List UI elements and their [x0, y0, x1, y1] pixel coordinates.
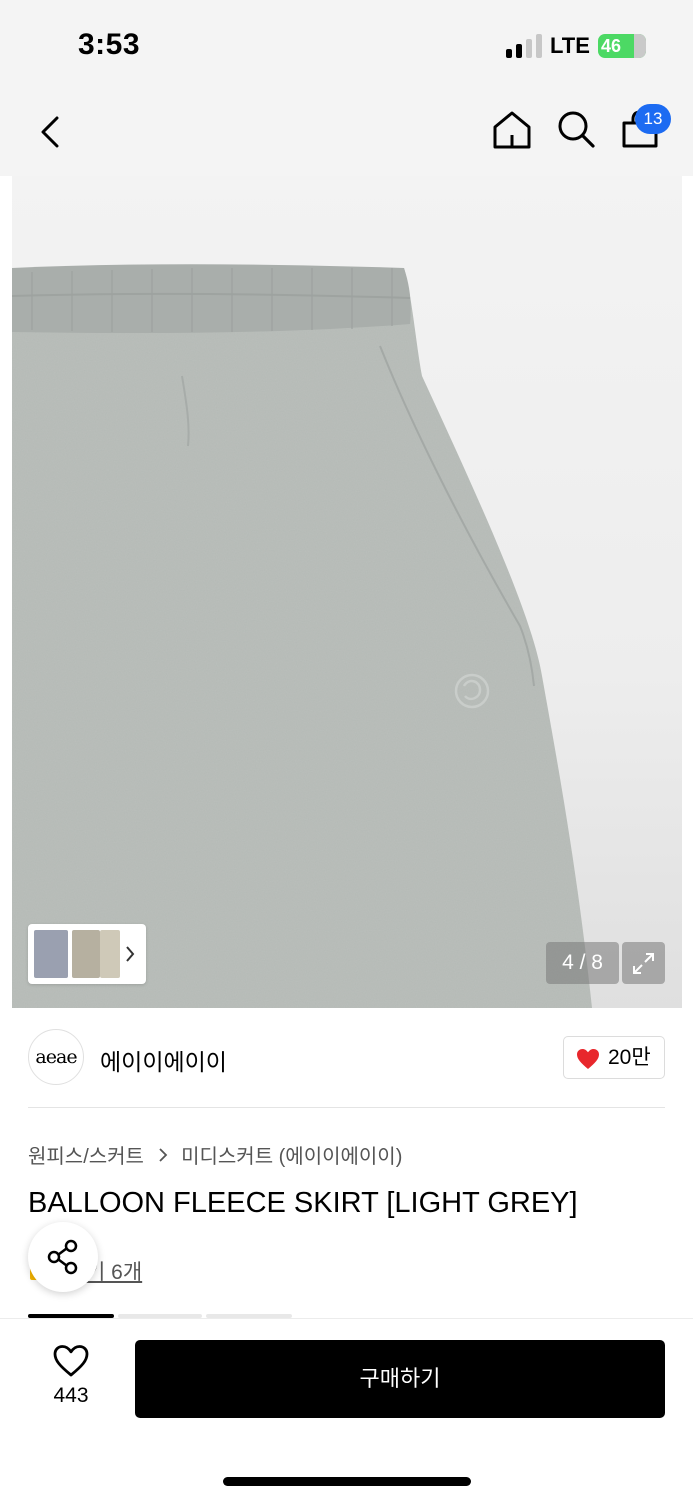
signal-icon	[506, 34, 544, 58]
battery-level: 46	[601, 36, 622, 56]
network-type: LTE	[550, 33, 590, 58]
breadcrumb: 원피스/스커트 미디스커트 (에이이에이이)	[28, 1140, 402, 1169]
product-image[interactable]	[12, 176, 682, 1008]
search-icon[interactable]	[555, 108, 599, 152]
breadcrumb-category[interactable]: 원피스/스커트	[28, 1146, 144, 1168]
product-title: BALLOON FLEECE SKIRT [LIGHT GREY]	[28, 1187, 578, 1219]
chevron-right-icon[interactable]	[124, 944, 136, 964]
share-button[interactable]	[28, 1222, 98, 1292]
chevron-right-icon	[158, 1146, 168, 1169]
home-icon[interactable]	[490, 108, 534, 152]
divider	[28, 1107, 665, 1108]
buy-button[interactable]: 구매하기	[135, 1340, 665, 1418]
status-bar: 3:53 LTE 46	[0, 0, 693, 92]
brand-logo[interactable]: aeae	[28, 1029, 84, 1085]
status-time: 3:53	[78, 28, 141, 61]
wishlist-count: 443	[53, 1384, 89, 1407]
home-indicator[interactable]	[223, 1477, 471, 1486]
cart-count-badge: 13	[635, 104, 671, 134]
thumbnail-2[interactable]	[72, 930, 100, 978]
expand-icon	[633, 953, 654, 974]
battery-icon: 46	[598, 34, 646, 58]
heart-outline-icon[interactable]	[52, 1344, 90, 1378]
breadcrumb-subcategory[interactable]: 미디스커트 (에이이에이이)	[181, 1146, 402, 1168]
brand-like-count: 20만	[608, 1046, 651, 1069]
brand-like-button[interactable]: 20만	[563, 1036, 665, 1079]
thumbnail-strip[interactable]	[28, 924, 146, 984]
chevron-left-icon[interactable]	[36, 112, 66, 152]
brand-name[interactable]: 에이이에이이	[100, 1043, 227, 1077]
top-navigation	[0, 92, 693, 176]
thumbnail-1[interactable]	[34, 930, 68, 978]
thumbnail-3[interactable]	[100, 930, 120, 978]
expand-button[interactable]	[622, 942, 665, 984]
fleece-skirt-illustration	[12, 264, 592, 1008]
share-icon	[47, 1239, 78, 1275]
image-counter: 4 / 8	[546, 942, 619, 984]
heart-filled-icon	[577, 1049, 599, 1069]
